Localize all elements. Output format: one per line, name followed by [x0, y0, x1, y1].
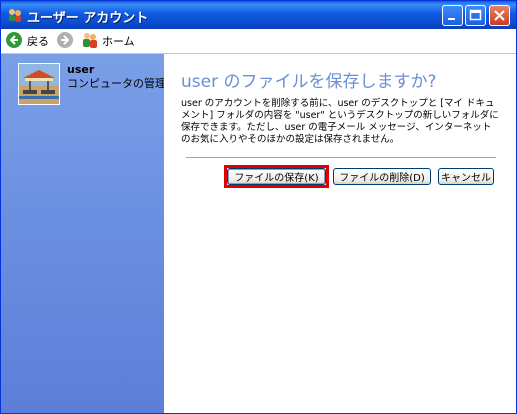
user-accounts-icon	[7, 7, 23, 23]
minimize-icon[interactable]	[442, 5, 463, 26]
back-button[interactable]: 戻る	[5, 31, 49, 51]
page-title: user のファイルを保存しますか?	[181, 72, 437, 92]
window-title: ユーザー アカウント	[27, 11, 149, 26]
close-icon[interactable]	[489, 5, 510, 26]
forward-button[interactable]	[56, 31, 74, 51]
title-bar[interactable]: ユーザー アカウント	[1, 1, 516, 29]
navigation-bar: 戻る ホーム	[1, 29, 516, 54]
sidebar: user コンピュータの管理者	[1, 54, 177, 413]
user-accounts-window: ユーザー アカウント 戻る ホーム user コンピュータの管理者 user の…	[0, 0, 517, 414]
divider	[186, 157, 496, 158]
user-role: コンピュータの管理者	[67, 77, 177, 90]
cancel-button[interactable]: キャンセル	[438, 168, 494, 185]
back-arrow-icon	[5, 31, 23, 52]
delete-files-button[interactable]: ファイルの削除(D)	[333, 168, 431, 185]
home-button[interactable]: ホーム	[81, 31, 135, 51]
home-users-icon	[81, 31, 99, 52]
maximize-icon[interactable]	[465, 5, 486, 26]
avatar	[18, 63, 60, 105]
home-label: ホーム	[102, 35, 135, 48]
description-text: user のアカウントを削除する前に、user のデスクトップと [マイ ドキュ…	[181, 98, 499, 145]
back-label: 戻る	[27, 35, 49, 48]
save-files-button[interactable]: ファイルの保存(K)	[227, 168, 326, 185]
forward-arrow-icon	[56, 31, 74, 52]
main-content: user のファイルを保存しますか? user のアカウントを削除する前に、us…	[164, 54, 516, 413]
